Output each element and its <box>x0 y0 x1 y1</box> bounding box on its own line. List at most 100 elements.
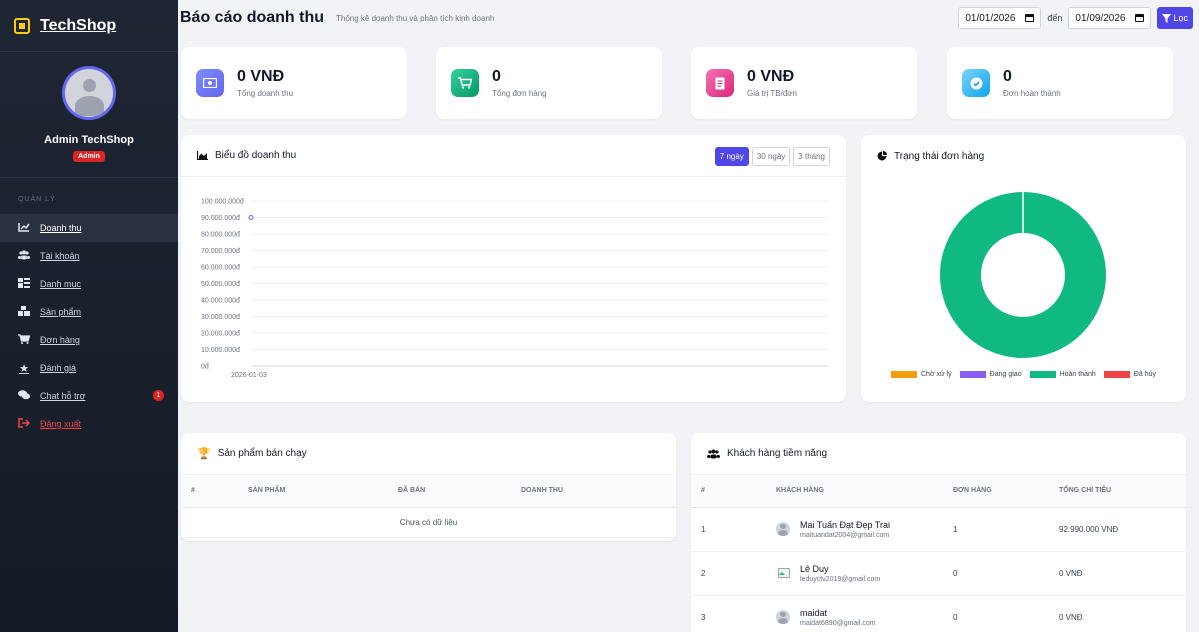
filter-icon <box>1162 13 1172 23</box>
sidebar-section-title: QUẢN LÝ <box>18 196 56 203</box>
date-separator: đến <box>1047 13 1063 23</box>
y-tick-label: 60.000.000đ <box>201 265 240 272</box>
boxes-icon <box>18 305 30 319</box>
stat-total-orders: 0 Tổng đơn hàng <box>436 47 662 119</box>
empty-state: Chưa có dữ liệu <box>181 507 676 538</box>
customer-email: maituandat2004@gmail.com <box>800 531 890 539</box>
range-30-days-button[interactable]: 30 ngày <box>751 147 791 166</box>
calendar-icon[interactable] <box>1135 14 1145 22</box>
top-products-panel: 🏆 Sản phẩm bán chạy # SẢN PHẨM ĐÃ BÁN DO… <box>181 433 676 541</box>
chat-unread-badge: 1 <box>153 390 164 401</box>
stat-value: 0 VNĐ <box>237 68 285 85</box>
sidebar-item-label: Đánh giá <box>40 363 77 373</box>
date-filters: 01/01/2026 đến 01/09/2026 Lọc <box>958 7 1193 29</box>
range-selector: 7 ngày 30 ngày 3 tháng <box>714 147 830 166</box>
column-header: # <box>691 475 776 508</box>
column-header: SẢN PHẨM <box>248 475 398 508</box>
sidebar-item-danh-muc[interactable]: Danh mục <box>0 270 178 298</box>
revenue-chart-title: Biểu đồ doanh thu <box>215 150 297 161</box>
y-tick-label: 30.000.000đ <box>201 314 240 321</box>
revenue-chart-panel: Biểu đồ doanh thu 7 ngày 30 ngày 3 tháng… <box>181 135 846 402</box>
filter-button[interactable]: Lọc <box>1157 7 1193 29</box>
sidebar-item-label: Sản phẩm <box>40 307 82 317</box>
table-row[interactable]: 3 maidat maidat6890@gmail.com 0 0 VNĐ <box>691 595 1186 632</box>
users-icon <box>18 250 30 263</box>
money-icon <box>196 69 224 97</box>
stat-value: 0 <box>1003 68 1012 85</box>
x-tick-label: 2026-01-03 <box>231 372 267 379</box>
legend-item[interactable]: Đã hủy <box>1103 371 1156 378</box>
calendar-icon[interactable] <box>1025 14 1035 22</box>
top-products-title: Sản phẩm bán chạy <box>217 448 307 459</box>
star-icon: ★ <box>19 362 29 375</box>
legend-label: Đang giao <box>989 371 1022 378</box>
y-tick-label: 80.000.000đ <box>201 232 240 239</box>
stat-completed-orders: 0 Đơn hoàn thành <box>947 47 1173 119</box>
check-circle-icon <box>962 69 990 97</box>
sidebar-item-san-pham[interactable]: Sản phẩm <box>0 298 178 326</box>
customers-panel: Khách hàng tiềm năng # KHÁCH HÀNG ĐƠN HÀ… <box>691 433 1186 632</box>
sidebar-item-doanh-thu[interactable]: Doanh thu <box>0 214 178 242</box>
stat-value: 0 <box>492 68 501 85</box>
customer-email: leduyctv2019@gmail.com <box>800 575 881 583</box>
customer-rank: 1 <box>691 507 776 552</box>
tags-icon <box>18 277 30 291</box>
y-tick-label: 10.000.000đ <box>201 347 240 354</box>
date-from-input[interactable]: 01/01/2026 <box>958 7 1042 29</box>
page-subtitle: Thống kê doanh thu và phân tích kinh doa… <box>336 13 495 23</box>
data-point[interactable] <box>248 215 254 220</box>
sidebar-item-label: Doanh thu <box>40 223 82 233</box>
legend-swatch <box>1103 371 1130 378</box>
page-header: Báo cáo doanh thu Thống kê doanh thu và … <box>178 0 1199 36</box>
range-3-months-button[interactable]: 3 tháng <box>793 147 830 166</box>
table-row[interactable]: 2 Lê Duy leduyctv2019@gmail.com 0 0 VNĐ <box>691 551 1186 596</box>
stat-value: 0 VNĐ <box>747 68 795 85</box>
stat-label: Đơn hoàn thành <box>1003 89 1061 98</box>
y-tick-label: 0đ <box>201 364 209 371</box>
revenue-line-chart: 100.000.000đ 90.000.000đ 80.000.000đ 70.000… <box>201 199 828 379</box>
sidebar-item-don-hang[interactable]: Đơn hàng <box>0 326 178 354</box>
customers-table: # KHÁCH HÀNG ĐƠN HÀNG TỔNG CHI TIÊU 1 Ma… <box>691 475 1186 632</box>
order-status-panel: Trạng thái đơn hàng Chờ xử lý Đang giao … <box>861 135 1186 402</box>
customer-rank: 3 <box>691 595 776 632</box>
legend-item[interactable]: Chờ xử lý <box>891 371 952 378</box>
customer-total: 92.990.000 VNĐ <box>1059 507 1186 552</box>
brand[interactable]: TechShop <box>0 0 178 52</box>
avatar <box>776 610 790 624</box>
stat-label: Giá trị TB/đơn <box>747 89 798 98</box>
sidebar: TechShop Admin TechShop Admin QUẢN LÝ Do… <box>0 0 178 632</box>
brand-name[interactable]: TechShop <box>40 17 116 35</box>
customer-name: maidat <box>800 607 828 618</box>
legend-item[interactable]: Hoàn thành <box>1029 371 1096 378</box>
chart-line-icon <box>18 222 30 235</box>
sidebar-item-label: Đăng xuất <box>40 419 82 429</box>
order-status-legend: Chờ xử lý Đang giao Hoàn thành Đã hủy <box>861 371 1186 378</box>
sidebar-item-chat-ho-tro[interactable]: Chat hỗ trợ 1 <box>0 382 178 410</box>
sidebar-item-danh-gia[interactable]: ★ Đánh giá <box>0 354 178 382</box>
customer-name: Mai Tuấn Đạt Đẹp Trai <box>800 519 891 530</box>
page-title: Báo cáo doanh thu <box>180 9 324 26</box>
table-row[interactable]: 1 Mai Tuấn Đạt Đẹp Trai maituandat2004@g… <box>691 507 1186 552</box>
column-header: DOANH THU <box>521 475 676 508</box>
users-icon <box>707 449 720 458</box>
sidebar-item-dang-xuat[interactable]: Đăng xuất <box>0 410 178 438</box>
customer-rank: 2 <box>691 551 776 596</box>
legend-item[interactable]: Đang giao <box>959 371 1022 378</box>
sidebar-item-label: Tài khoản <box>40 251 80 261</box>
area-chart-icon <box>197 151 208 160</box>
customer-name: Lê Duy <box>800 563 829 574</box>
cart-icon <box>451 69 479 97</box>
column-header: TỔNG CHI TIÊU <box>1059 475 1186 508</box>
logout-icon <box>18 417 31 431</box>
top-products-table: # SẢN PHẨM ĐÃ BÁN DOANH THU Chưa có dữ l… <box>181 475 676 538</box>
sidebar-item-label: Chat hỗ trợ <box>40 391 86 401</box>
sidebar-item-tai-khoan[interactable]: Tài khoản <box>0 242 178 270</box>
cart-icon <box>18 333 31 347</box>
stat-average-order: 0 VNĐ Giá trị TB/đơn <box>691 47 917 119</box>
range-7-days-button[interactable]: 7 ngày <box>714 147 749 166</box>
stat-label: Tổng doanh thu <box>237 89 294 98</box>
broken-image-icon <box>776 566 790 580</box>
customer-email: maidat6890@gmail.com <box>800 619 876 627</box>
date-to-input[interactable]: 01/09/2026 <box>1068 7 1152 29</box>
date-from-value: 01/01/2026 <box>965 12 1016 24</box>
